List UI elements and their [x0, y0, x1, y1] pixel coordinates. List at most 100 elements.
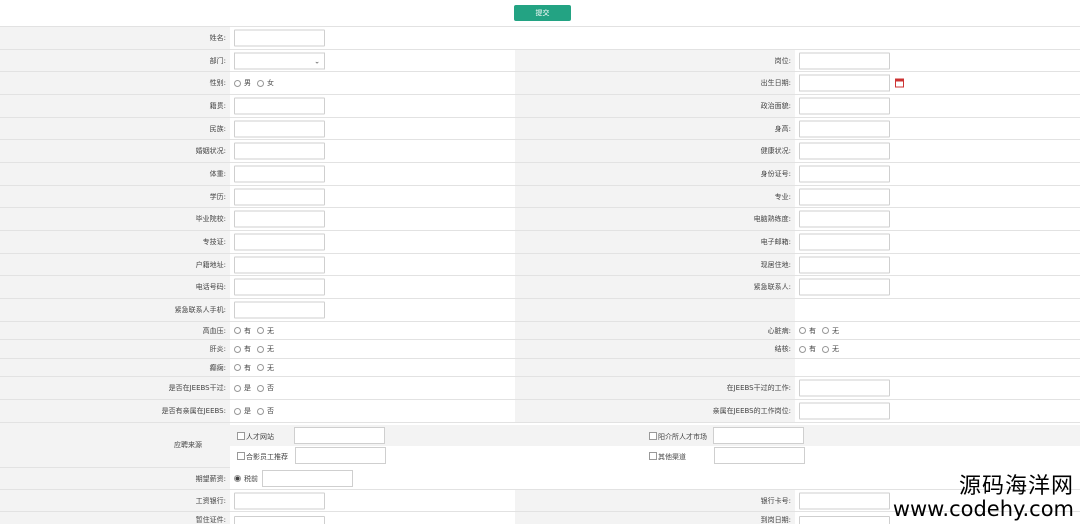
radio-group: 有无 [799, 326, 842, 336]
text-input[interactable] [234, 29, 325, 47]
radio-label: 女 [267, 79, 274, 87]
text-input[interactable] [799, 97, 890, 115]
form-row: 学历: 专业: [0, 186, 1080, 208]
text-input[interactable] [799, 210, 890, 228]
radio-label: 是 [244, 407, 251, 415]
radio-label: 无 [267, 345, 274, 353]
radio-label: 无 [267, 363, 274, 372]
radio-button[interactable] [257, 79, 264, 87]
radio-button[interactable] [257, 364, 264, 371]
text-input[interactable] [799, 256, 890, 273]
field-label: 性别: [0, 72, 230, 94]
form-row: 电话号码: 紧急联系人: [0, 276, 1080, 299]
radio-button[interactable] [257, 384, 264, 392]
radio-button[interactable] [799, 327, 806, 334]
source-checkbox-3[interactable] [649, 452, 657, 460]
salary-radio-pretax[interactable] [234, 475, 241, 482]
text-input[interactable] [234, 278, 325, 296]
text-input[interactable] [234, 142, 325, 160]
partial-right-label: 到岗日期: [515, 512, 795, 524]
radio-label: 男 [244, 79, 251, 87]
radio-group: 有无 [799, 344, 842, 354]
field-label: 婚姻状况: [0, 140, 230, 162]
form-row: 体重: 身份证号: [0, 163, 1080, 186]
source-input-3[interactable] [714, 447, 805, 464]
field-label: 专业: [515, 186, 795, 207]
text-input[interactable] [234, 256, 325, 273]
field-label: 健康状况: [515, 140, 795, 162]
form-row: 籍贯: 政治面貌: [0, 95, 1080, 118]
form-row: 肝炎: 有无结核: 有无 [0, 340, 1080, 359]
source-option-0: 人才网站 [246, 433, 274, 441]
text-input[interactable] [234, 210, 325, 228]
bank-input[interactable] [234, 492, 325, 509]
radio-button[interactable] [799, 345, 806, 353]
partial-left-input[interactable] [234, 516, 325, 524]
text-input[interactable] [799, 142, 890, 160]
text-input[interactable] [234, 233, 325, 251]
radio-button[interactable] [257, 345, 264, 353]
radio-button[interactable] [234, 407, 241, 415]
radio-group: 男女 [234, 78, 277, 88]
radio-button[interactable] [257, 407, 264, 415]
radio-button[interactable] [234, 364, 241, 371]
form-row: 癫痫: 有无 [0, 359, 1080, 377]
radio-button[interactable] [822, 345, 829, 353]
department-select[interactable]: ⌄ [234, 52, 325, 69]
text-input[interactable] [799, 120, 890, 137]
radio-button[interactable] [822, 327, 829, 334]
source-checkbox-2[interactable] [237, 452, 245, 460]
submit-button[interactable]: 提交 [514, 5, 571, 21]
text-input[interactable] [799, 233, 890, 251]
radio-label: 是 [244, 384, 251, 392]
radio-button[interactable] [234, 345, 241, 353]
date-input[interactable] [799, 74, 890, 92]
card-input[interactable] [799, 492, 890, 509]
radio-button[interactable] [234, 79, 241, 87]
field-label: 姓名: [0, 27, 230, 49]
radio-label: 有 [244, 326, 251, 335]
source-input-1[interactable] [713, 427, 804, 444]
text-input[interactable] [799, 379, 890, 397]
field-label: 岗位: [515, 50, 795, 71]
radio-button[interactable] [257, 327, 264, 334]
radio-label: 无 [832, 345, 839, 353]
field-label: 体重: [0, 163, 230, 185]
salary-input[interactable] [262, 470, 353, 487]
source-input-2[interactable] [295, 447, 386, 464]
text-input[interactable] [234, 165, 325, 183]
field-label: 学历: [0, 186, 230, 207]
form-row: 毕业院校: 电脑熟练度: [0, 208, 1080, 231]
form-row: 户籍地址: 现居住地: [0, 254, 1080, 276]
text-input[interactable] [799, 165, 890, 183]
text-input[interactable] [799, 52, 890, 69]
text-input[interactable] [234, 120, 325, 137]
field-label: 高血压: [0, 322, 230, 339]
radio-button[interactable] [234, 327, 241, 334]
source-checkbox-1[interactable] [649, 432, 657, 440]
text-input[interactable] [799, 278, 890, 296]
text-input[interactable] [799, 402, 890, 420]
text-input[interactable] [799, 188, 890, 205]
text-input[interactable] [234, 97, 325, 115]
source-option-1: 阳介所人才市场 [658, 433, 707, 441]
salary-label: 期望薪资: [0, 468, 230, 489]
calendar-icon[interactable] [895, 78, 904, 88]
partial-right-input[interactable] [799, 516, 890, 524]
field-label: 是否在JEEBS干过: [0, 377, 230, 399]
field-label: 现居住地: [515, 254, 795, 275]
field-label: 电话号码: [0, 276, 230, 298]
field-label: 紧急联系人: [515, 276, 795, 298]
field-label: 政治面貌: [515, 95, 795, 117]
text-input[interactable] [234, 188, 325, 205]
radio-button[interactable] [234, 384, 241, 392]
text-input[interactable] [234, 301, 325, 319]
radio-label: 有 [244, 363, 251, 372]
site-watermark: 源码海洋网 www.codehy.com [893, 468, 1074, 521]
source-options: 人才网站 阳介所人才市场 合影员工推荐 其他渠道 [230, 423, 1080, 468]
bank-label: 工资银行: [0, 490, 230, 511]
source-option-3: 其他渠道 [658, 453, 686, 461]
source-input-0[interactable] [294, 427, 385, 444]
form-row: 紧急联系人手机: [0, 299, 1080, 322]
source-checkbox-0[interactable] [237, 432, 245, 440]
